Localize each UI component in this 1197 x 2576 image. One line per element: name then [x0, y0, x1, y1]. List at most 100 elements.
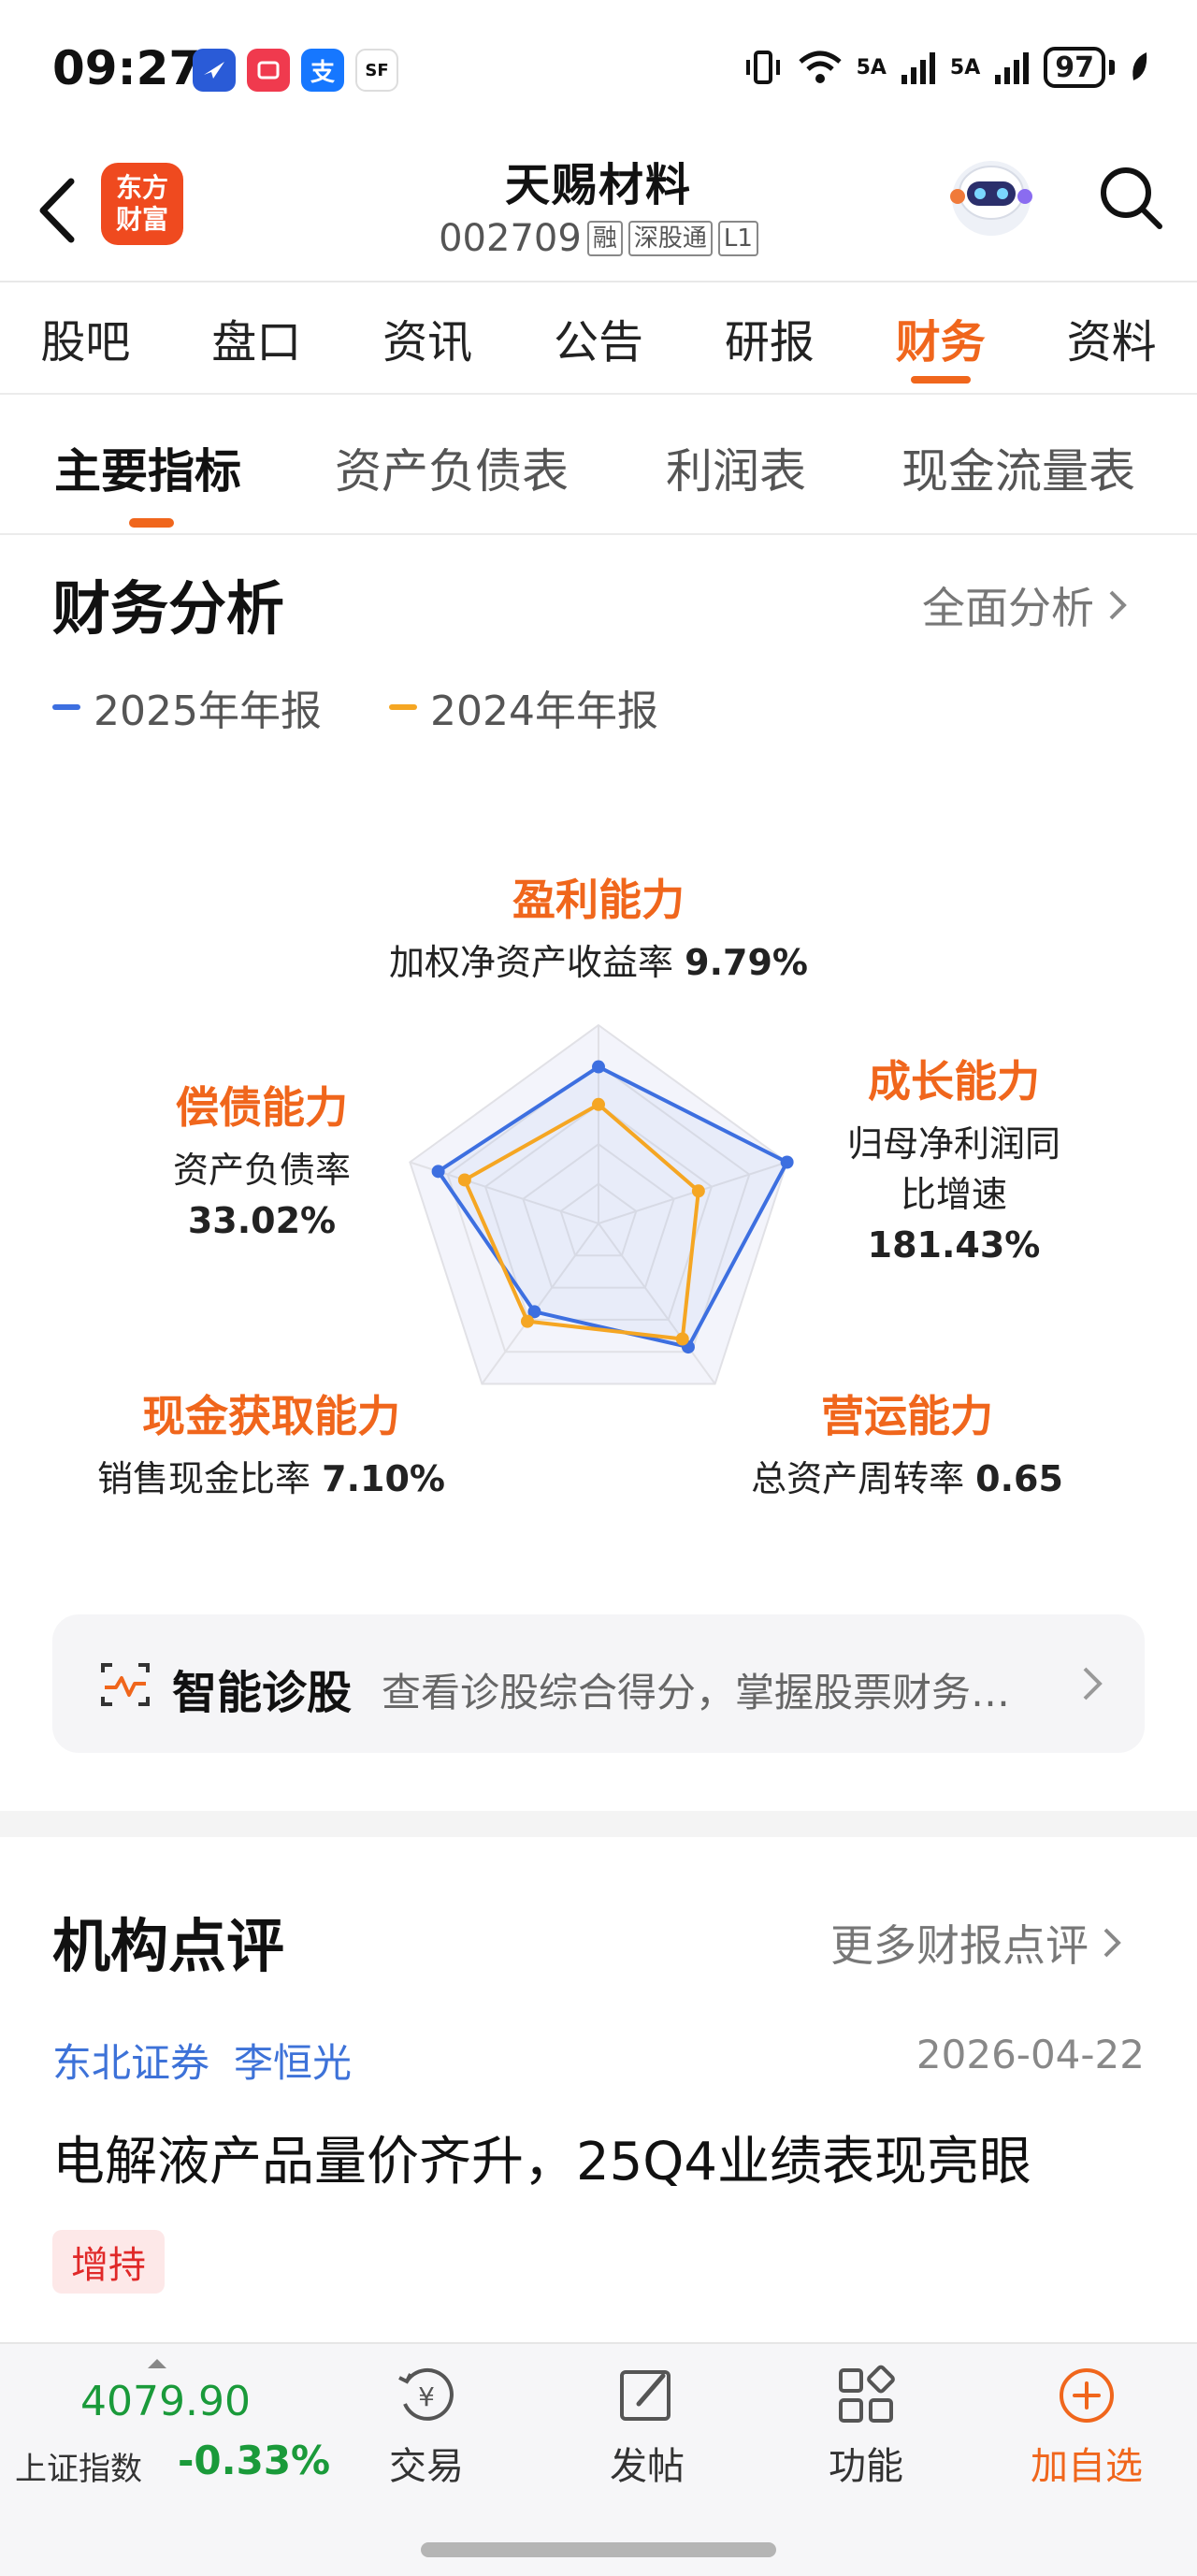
apps-icon [839, 2365, 895, 2423]
functions-label: 功能 [829, 2445, 903, 2488]
tag-shenzhen-connect: 深股通 [627, 221, 713, 256]
app-icon-bird [193, 49, 236, 92]
tab-pankou[interactable]: 盘口 [171, 284, 342, 393]
metric-name: 资产负债率 [172, 1150, 351, 1191]
category-label: 成长能力 [868, 1056, 1040, 1107]
chevron-right-icon [1103, 1928, 1121, 1958]
stock-code: 002709 [439, 217, 582, 260]
functions-button[interactable]: 功能 [800, 2363, 931, 2490]
index-price[interactable]: 4079.90 [80, 2378, 251, 2425]
section-divider [0, 1811, 1197, 1837]
finance-sub-tabs: 主要指标 资产负债表 利润表 现金流量表 [0, 397, 1197, 535]
active-tab-underline [911, 376, 972, 384]
review-source: 东北证券 李恒光 [52, 2032, 352, 2089]
tab-label: 研报 [724, 316, 815, 369]
review-broker[interactable]: 东北证券 [52, 2032, 209, 2089]
metric-value: 181.43% [867, 1224, 1041, 1266]
subtab-cash-flow[interactable]: 现金流量表 [901, 434, 1135, 501]
ai-assistant-icon[interactable] [945, 150, 1038, 243]
tab-label: 股吧 [40, 316, 131, 369]
signal-icon-2 [995, 52, 1030, 84]
status-indicators: 5A 5A 97 [743, 47, 1150, 88]
trade-button[interactable]: ¥ 交易 [361, 2363, 492, 2490]
metric-line: 归母净利润同 比增速 181.43% [804, 1119, 1103, 1270]
legend-label: 2024年年报 [429, 687, 658, 735]
signal-icon [901, 52, 935, 84]
alipay-icon: 支 [301, 49, 344, 92]
radar-label-profit: 盈利能力 加权净资产收益率 9.79% [318, 866, 879, 988]
status-app-icons: 支 SF [193, 49, 398, 92]
tag-level: L1 [717, 221, 758, 256]
metric-value: 9.79% [685, 942, 808, 983]
chevron-right-icon [1083, 1667, 1103, 1700]
metric-value: 7.10% [322, 1458, 445, 1499]
category-label: 营运能力 [821, 1391, 993, 1441]
more-reviews-link[interactable]: 更多财报点评 [830, 1912, 1122, 1974]
add-circle-icon [1060, 2368, 1114, 2423]
review-analyst[interactable]: 李恒光 [234, 2032, 352, 2089]
stock-header: 东方 财富 天赐材料 002709 融 深股通 L1 [0, 140, 1197, 282]
battery-tip [1109, 60, 1115, 75]
add-watchlist-label: 加自选 [1031, 2445, 1143, 2488]
metric-name: 加权净资产收益率 [389, 942, 674, 983]
analysis-title: 财务分析 [52, 574, 285, 643]
metric-name: 销售现金比率 [97, 1458, 311, 1499]
review-date: 2026-04-22 [916, 2032, 1145, 2077]
tab-guba[interactable]: 股吧 [0, 284, 171, 393]
subtab-key-indicators[interactable]: 主要指标 [54, 434, 241, 501]
radar-point-0-0 [592, 1060, 605, 1074]
category-label: 偿债能力 [176, 1082, 348, 1133]
radar-label-growth: 成长能力 归母净利润同 比增速 181.43% [804, 1048, 1103, 1270]
radar-label-debt: 偿债能力 资产负债率 33.02% [122, 1074, 402, 1246]
metric-value: 33.02% [187, 1200, 337, 1241]
search-icon[interactable] [1094, 161, 1169, 236]
category-label: 现金获取能力 [142, 1391, 400, 1441]
index-name[interactable]: 上证指数 [15, 2443, 142, 2489]
app-icon-book [247, 49, 290, 92]
metric-name: 总资产周转率 [751, 1458, 965, 1499]
svg-text:¥: ¥ [418, 2381, 435, 2412]
main-nav-tabs: 股吧 盘口 资讯 公告 研报 财务 资料 [0, 284, 1197, 395]
legend-label: 2025年年报 [94, 687, 322, 735]
trade-label: 交易 [389, 2445, 464, 2488]
radar-point-1-3 [520, 1314, 534, 1328]
metric-line: 加权净资产收益率 9.79% [318, 937, 879, 988]
metric-name: 归母净利润同 [846, 1123, 1060, 1165]
post-button[interactable]: 发帖 [582, 2363, 713, 2490]
post-label: 发帖 [610, 2445, 685, 2488]
legend-swatch [52, 704, 80, 710]
smart-diagnosis-card[interactable]: 智能诊股 查看诊股综合得分，掌握股票财务… [52, 1614, 1145, 1753]
tab-profile[interactable]: 资料 [1026, 284, 1197, 393]
chevron-right-icon [1109, 590, 1127, 620]
tab-announcements[interactable]: 公告 [513, 284, 685, 393]
tab-research[interactable]: 研报 [684, 284, 855, 393]
sf-express-icon: SF [355, 49, 398, 92]
tab-news[interactable]: 资讯 [342, 284, 513, 393]
full-analysis-link[interactable]: 全面分析 [922, 574, 1128, 636]
full-analysis-label: 全面分析 [922, 583, 1094, 633]
radar-point-1-4 [457, 1173, 471, 1187]
tab-label: 财务 [895, 316, 986, 369]
home-indicator[interactable] [421, 2542, 776, 2557]
legend-item-2025: 2025年年报 [52, 677, 322, 737]
tab-finance[interactable]: 财务 [855, 284, 1026, 393]
tab-label: 资料 [1066, 316, 1157, 369]
metric-value: 0.65 [975, 1458, 1063, 1499]
caret-up-icon [148, 2359, 166, 2368]
tag-margin: 融 [586, 221, 623, 256]
subtab-income-statement[interactable]: 利润表 [666, 434, 806, 501]
diagnosis-icon [101, 1663, 150, 1706]
active-subtab-underline [129, 518, 174, 528]
review-headline[interactable]: 电解液产品量价齐升，25Q4业绩表现亮眼 [52, 2120, 1031, 2195]
status-time: 09:27 [52, 41, 202, 95]
more-reviews-label: 更多财报点评 [830, 1920, 1089, 1971]
metric-line: 销售现金比率 7.10% [75, 1454, 468, 1504]
trade-icon: ¥ [398, 2367, 454, 2421]
tab-label: 资讯 [382, 316, 473, 369]
radar-point-0-4 [431, 1165, 445, 1179]
subtab-balance-sheet[interactable]: 资产负债表 [335, 434, 569, 501]
reviews-title: 机构点评 [52, 1912, 285, 1980]
vibrate-icon [745, 51, 780, 84]
add-watchlist-button[interactable]: 加自选 [1021, 2363, 1152, 2490]
status-bar: 09:27 支 SF 5A 5A 97 [0, 0, 1197, 140]
